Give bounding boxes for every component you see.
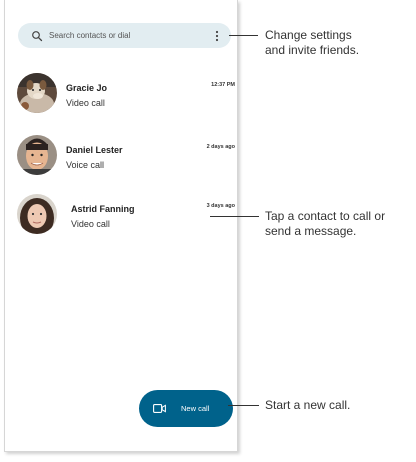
search-icon [31,30,43,42]
callout-line-settings [229,35,258,36]
call-type: Video call [66,98,105,108]
call-time: 3 days ago [206,203,235,209]
avatar [17,73,57,113]
video-call-icon [153,403,166,414]
callout-new-call: Start a new call. [265,398,350,413]
callout-settings: Change settings and invite friends. [265,28,359,58]
avatar [17,135,57,175]
search-input[interactable]: Search contacts or dial [49,31,209,40]
avatar [17,194,57,234]
phone-screen: Search contacts or dial Gracie Jo Video … [4,0,238,452]
callout-settings-line2: and invite friends. [265,43,360,57]
callout-contact-line1: Tap a contact to call or [265,209,386,223]
new-call-label: New call [181,404,210,413]
search-bar[interactable]: Search contacts or dial [18,23,231,48]
callout-line-contact [210,216,259,217]
callout-line-new-call [228,405,259,406]
call-type: Video call [71,219,110,229]
call-time: 12:37 PM [211,82,235,88]
call-type: Voice call [66,160,105,170]
contact-name: Astrid Fanning [71,204,135,214]
callout-settings-line1: Change settings [265,28,352,42]
new-call-button[interactable]: New call [139,390,233,427]
contact-name: Daniel Lester [66,145,123,155]
call-row-gracie-jo[interactable]: Gracie Jo Video call 12:37 PM [17,73,235,119]
call-time: 2 days ago [206,144,235,150]
more-vert-icon[interactable] [209,26,225,46]
contact-name: Gracie Jo [66,83,108,93]
callout-contact: Tap a contact to call or send a message. [265,209,385,239]
call-row-daniel-lester[interactable]: Daniel Lester Voice call 2 days ago [17,135,235,181]
call-row-astrid-fanning[interactable]: Astrid Fanning Video call 3 days ago [17,194,235,240]
callout-contact-line2: send a message. [265,224,357,238]
callout-new-call-text: Start a new call. [265,398,351,412]
